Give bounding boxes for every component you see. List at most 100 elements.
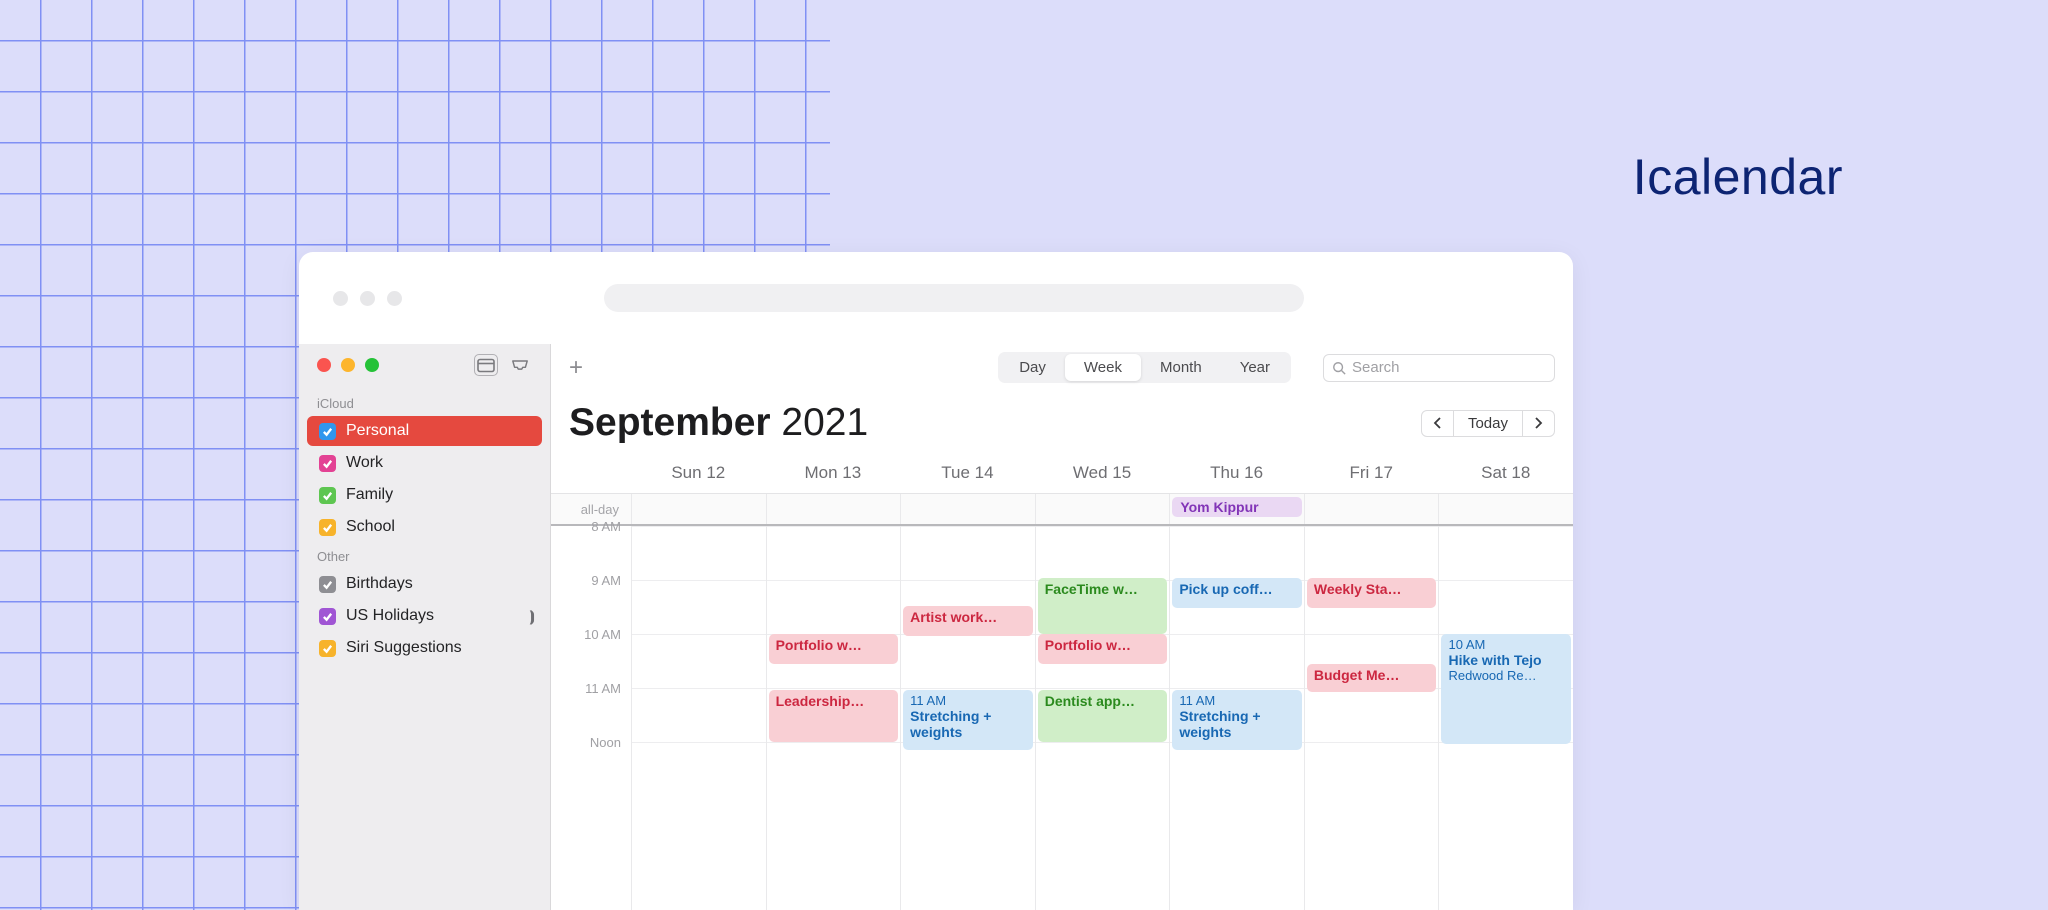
calendar-event[interactable]: FaceTime w… [1038, 578, 1168, 634]
day-column[interactable]: FaceTime w…Portfolio w… Dentist app… [1035, 526, 1170, 910]
sidebar-section-label: iCloud [299, 390, 550, 415]
allday-cell[interactable] [1304, 494, 1439, 524]
view-tab-week[interactable]: Week [1065, 354, 1141, 381]
close-icon[interactable] [317, 358, 331, 372]
day-headers: Sun 12Mon 13Tue 14Wed 15Thu 16Fri 17Sat … [551, 457, 1573, 494]
day-header: Thu 16 [1169, 457, 1304, 493]
calendar-checkbox[interactable] [319, 519, 336, 536]
view-segmented-control[interactable]: DayWeekMonthYear [998, 352, 1291, 383]
month-title: September 2021 [569, 401, 868, 445]
search-placeholder: Search [1352, 359, 1400, 376]
calendar-name: Personal [346, 422, 409, 440]
calendar-event[interactable]: 10 AMHike with TejoRedwood Re… [1441, 634, 1571, 744]
chevron-right-icon [1534, 417, 1543, 429]
day-column[interactable] [631, 526, 766, 910]
day-header: Sat 18 [1438, 457, 1573, 493]
sidebar-toolbar [299, 344, 550, 390]
date-nav: Today [1421, 410, 1555, 437]
calendar-event[interactable]: Artist work… [903, 606, 1033, 636]
browser-traffic-lights [333, 291, 402, 306]
calendar-event[interactable]: Weekly Sta… [1307, 578, 1437, 608]
calendar-item[interactable]: Siri Suggestions [307, 633, 542, 663]
search-icon [1332, 361, 1346, 375]
allday-cell[interactable] [900, 494, 1035, 524]
allday-cell[interactable]: Yom Kippur [1169, 494, 1304, 524]
browser-dot [360, 291, 375, 306]
allday-cell[interactable] [631, 494, 766, 524]
hour-label: 11 AM [551, 681, 631, 735]
calendar-event[interactable]: 11 AMStretching + weights [1172, 690, 1302, 750]
calendar-checkbox[interactable] [319, 608, 336, 625]
chevron-left-icon [1433, 417, 1442, 429]
minimize-icon[interactable] [341, 358, 355, 372]
calendar-item[interactable]: Family [307, 480, 542, 510]
browser-chrome [299, 252, 1573, 344]
allday-row: all-day Yom Kippur [551, 494, 1573, 526]
browser-dot [387, 291, 402, 306]
view-tab-month[interactable]: Month [1141, 354, 1221, 381]
prev-button[interactable] [1421, 410, 1454, 437]
calendar-item[interactable]: Birthdays [307, 569, 542, 599]
next-button[interactable] [1522, 410, 1555, 437]
calendar-name: Family [346, 486, 393, 504]
calendar-checkbox[interactable] [319, 423, 336, 440]
calendar-event[interactable]: Pick up coff… [1172, 578, 1302, 608]
calendar-event[interactable]: Leadership… [769, 690, 899, 742]
browser-address-bar[interactable] [604, 284, 1304, 312]
calendar-item[interactable]: US Holidays⦘⦘ [307, 601, 542, 631]
calendar-checkbox[interactable] [319, 455, 336, 472]
inbox-icon[interactable] [508, 354, 532, 376]
calendar-name: Birthdays [346, 575, 413, 593]
calendar-item[interactable]: School [307, 512, 542, 542]
calendar-list-icon[interactable] [474, 354, 498, 376]
app-toolbar: + DayWeekMonthYear Search [551, 344, 1573, 393]
calendar-name: School [346, 518, 395, 536]
hour-label: 8 AM [551, 519, 631, 573]
maximize-icon[interactable] [365, 358, 379, 372]
sidebar-section-label: Other [299, 543, 550, 568]
browser-window: iCloud Personal Work Family School Other Birth… [299, 252, 1573, 910]
add-event-button[interactable]: + [569, 354, 583, 382]
day-column[interactable]: 10 AMHike with TejoRedwood Re… [1438, 526, 1573, 910]
sidebar: iCloud Personal Work Family School Other Birth… [299, 344, 551, 910]
hero-title: Icalendar [1633, 148, 1843, 206]
view-tab-day[interactable]: Day [1000, 354, 1065, 381]
calendar-item[interactable]: Work [307, 448, 542, 478]
hour-label: 10 AM [551, 627, 631, 681]
calendar-checkbox[interactable] [319, 576, 336, 593]
calendar-name: Siri Suggestions [346, 639, 462, 657]
calendar-checkbox[interactable] [319, 640, 336, 657]
day-column[interactable]: Artist work… 11 AMStretching + weights [900, 526, 1035, 910]
calendar-event[interactable]: Portfolio w… [1038, 634, 1168, 664]
calendar-name: Work [346, 454, 383, 472]
day-column[interactable]: Pick up coff… 11 AMStretching + weights [1169, 526, 1304, 910]
calendar-app: iCloud Personal Work Family School Other Birth… [299, 344, 1573, 910]
calendar-event[interactable]: Budget Me… [1307, 664, 1437, 692]
hour-label: Noon [551, 735, 631, 789]
search-input[interactable]: Search [1323, 354, 1555, 382]
title-row: September 2021 Today [551, 393, 1573, 457]
view-tab-year[interactable]: Year [1221, 354, 1289, 381]
day-header: Mon 13 [766, 457, 901, 493]
hour-gutter: 8 AM9 AM10 AM11 AMNoon [551, 526, 631, 910]
day-column[interactable]: Weekly Sta… Budget Me… [1304, 526, 1439, 910]
allday-cell[interactable] [1035, 494, 1170, 524]
window-traffic-lights[interactable] [317, 358, 379, 372]
allday-cell[interactable] [766, 494, 901, 524]
browser-dot [333, 291, 348, 306]
allday-cell[interactable] [1438, 494, 1573, 524]
today-button[interactable]: Today [1454, 410, 1522, 437]
time-grid: 8 AM9 AM10 AM11 AMNoon Portfolio w… Leade… [551, 526, 1573, 910]
calendar-item[interactable]: Personal [307, 416, 542, 446]
allday-event[interactable]: Yom Kippur [1172, 497, 1302, 517]
calendar-event[interactable]: 11 AMStretching + weights [903, 690, 1033, 750]
main-panel: + DayWeekMonthYear Search September 2021… [551, 344, 1573, 910]
day-header: Sun 12 [631, 457, 766, 493]
day-column[interactable]: Portfolio w… Leadership… [766, 526, 901, 910]
calendar-event[interactable]: Dentist app… [1038, 690, 1168, 742]
calendar-event[interactable]: Portfolio w… [769, 634, 899, 664]
day-header: Fri 17 [1304, 457, 1439, 493]
day-header: Tue 14 [900, 457, 1035, 493]
calendar-checkbox[interactable] [319, 487, 336, 504]
columns: Portfolio w… Leadership… Artist work… 11 AM… [631, 526, 1573, 910]
